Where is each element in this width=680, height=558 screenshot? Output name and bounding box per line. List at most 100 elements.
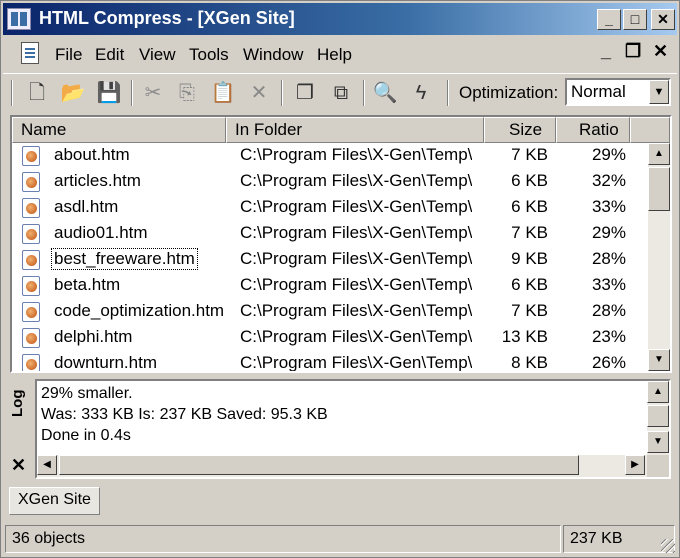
minimize-button[interactable]: _: [597, 9, 621, 30]
column-header-folder[interactable]: In Folder: [226, 117, 484, 143]
log-line: 29% smaller.: [41, 385, 133, 402]
file-folder: C:\Program Files\X-Gen\Temp\: [240, 249, 472, 268]
file-folder: C:\Program Files\X-Gen\Temp\: [240, 353, 472, 372]
optimization-label: Optimization:: [459, 83, 559, 102]
menu-window[interactable]: Window: [243, 45, 303, 65]
delete-icon[interactable]: ✕: [245, 80, 273, 106]
file-size: 9 KB: [511, 249, 548, 268]
table-row[interactable]: audio01.htm C:\Program Files\X-Gen\Temp\…: [12, 221, 648, 247]
chevron-down-icon[interactable]: ▼: [649, 80, 669, 104]
table-row[interactable]: downturn.htm C:\Program Files\X-Gen\Temp…: [12, 351, 648, 372]
compress-icon[interactable]: ϟ: [407, 80, 435, 106]
document-icon[interactable]: [21, 42, 39, 64]
log-line: Was: 333 KB Is: 237 KB Saved: 95.3 KB: [41, 406, 328, 423]
duplicate-all-icon[interactable]: ⧉: [327, 80, 355, 106]
file-name: audio01.htm: [54, 223, 148, 242]
status-total-size: 237 KB: [563, 525, 675, 553]
scroll-down-icon[interactable]: ▼: [647, 431, 669, 453]
menu-tools[interactable]: Tools: [189, 45, 229, 65]
file-name: beta.htm: [54, 275, 121, 294]
html-file-icon: [22, 302, 40, 322]
app-window: HTML Compress - [XGen Site] _ □ ✕ File E…: [0, 0, 680, 558]
file-folder: C:\Program Files\X-Gen\Temp\: [240, 223, 472, 242]
file-ratio: 33%: [591, 197, 626, 216]
optimization-select[interactable]: Normal ▼: [565, 78, 671, 106]
new-icon[interactable]: 🗋: [23, 80, 51, 106]
file-size: 6 KB: [511, 171, 548, 190]
file-ratio: 28%: [591, 301, 626, 320]
menu-view[interactable]: View: [139, 45, 176, 65]
html-file-icon: [22, 354, 40, 371]
app-icon[interactable]: [7, 8, 31, 30]
file-folder: C:\Program Files\X-Gen\Temp\: [240, 301, 472, 320]
log-line: Done in 0.4s: [41, 427, 131, 444]
child-minimize-button[interactable]: _: [601, 41, 611, 62]
table-row[interactable]: beta.htm C:\Program Files\X-Gen\Temp\ 6 …: [12, 273, 648, 299]
file-folder: C:\Program Files\X-Gen\Temp\: [240, 197, 472, 216]
file-name: articles.htm: [54, 171, 141, 190]
close-button[interactable]: ✕: [651, 9, 675, 30]
scroll-thumb[interactable]: [647, 405, 669, 427]
save-icon[interactable]: 💾: [95, 80, 123, 106]
file-name: code_optimization.htm: [54, 301, 225, 320]
tab-xgen-site[interactable]: XGen Site: [9, 487, 100, 515]
paste-icon[interactable]: 📋: [209, 80, 237, 106]
table-row[interactable]: asdl.htm C:\Program Files\X-Gen\Temp\ 6 …: [12, 195, 648, 221]
table-row[interactable]: code_optimization.htm C:\Program Files\X…: [12, 299, 648, 325]
scroll-thumb[interactable]: [59, 455, 579, 475]
scroll-up-icon[interactable]: ▲: [648, 143, 670, 165]
file-size: 6 KB: [511, 197, 548, 216]
file-folder: C:\Program Files\X-Gen\Temp\: [240, 171, 472, 190]
table-row[interactable]: articles.htm C:\Program Files\X-Gen\Temp…: [12, 169, 648, 195]
status-object-count: 36 objects: [5, 525, 561, 553]
copy-icon[interactable]: ⎘: [173, 80, 201, 106]
column-header-ratio[interactable]: Ratio: [556, 117, 630, 143]
resize-grip[interactable]: [661, 539, 675, 553]
log-horizontal-scrollbar[interactable]: ◀ ▶: [37, 455, 647, 477]
scroll-left-icon[interactable]: ◀: [37, 455, 57, 475]
title-bar[interactable]: HTML Compress - [XGen Site] _ □ ✕: [3, 3, 677, 35]
list-vertical-scrollbar[interactable]: ▲ ▼: [648, 143, 670, 371]
preview-icon[interactable]: 🔍: [371, 80, 399, 106]
open-folder-icon[interactable]: 📂: [59, 80, 87, 106]
maximize-button[interactable]: □: [623, 9, 647, 30]
table-row-focused[interactable]: best_freeware.htm C:\Program Files\X-Gen…: [12, 247, 648, 273]
file-folder: C:\Program Files\X-Gen\Temp\: [240, 275, 472, 294]
column-header-name[interactable]: Name: [12, 117, 226, 143]
scroll-right-icon[interactable]: ▶: [625, 455, 645, 475]
html-file-icon: [22, 224, 40, 244]
child-restore-button[interactable]: ❐: [625, 41, 641, 62]
log-panel-side: Log ✕: [7, 379, 33, 479]
table-row[interactable]: about.htm C:\Program Files\X-Gen\Temp\ 7…: [12, 143, 648, 169]
toolbar-grip: [11, 80, 13, 106]
html-file-icon: [22, 198, 40, 218]
log-close-icon[interactable]: ✕: [11, 455, 26, 476]
scroll-up-icon[interactable]: ▲: [647, 381, 669, 403]
table-row[interactable]: delphi.htm C:\Program Files\X-Gen\Temp\ …: [12, 325, 648, 351]
column-header-filler: [630, 117, 670, 143]
toolbar-separator: [363, 80, 365, 106]
menu-help[interactable]: Help: [317, 45, 352, 65]
file-folder: C:\Program Files\X-Gen\Temp\: [240, 327, 472, 346]
file-ratio: 29%: [591, 145, 626, 164]
scroll-thumb[interactable]: [648, 167, 670, 211]
document-tab-bar: XGen Site: [7, 485, 675, 519]
cut-icon[interactable]: ✂: [139, 80, 167, 106]
file-name: downturn.htm: [54, 353, 157, 372]
menu-edit[interactable]: Edit: [95, 45, 124, 65]
column-header-size[interactable]: Size: [484, 117, 556, 143]
menu-file[interactable]: File: [55, 45, 82, 65]
file-name: asdl.htm: [54, 197, 119, 216]
log-output[interactable]: 29% smaller. Was: 333 KB Is: 237 KB Save…: [35, 379, 671, 479]
duplicate-icon[interactable]: ❐: [291, 80, 319, 106]
file-ratio: 28%: [591, 249, 626, 268]
child-close-button[interactable]: ✕: [653, 41, 668, 62]
html-file-icon: [22, 172, 40, 192]
toolbar: 🗋 📂 💾 ✂ ⎘ 📋 ✕ ❐ ⧉ 🔍 ϟ Optimization: Norm…: [3, 73, 677, 111]
scroll-corner: [647, 455, 669, 477]
file-name: about.htm: [54, 145, 130, 164]
html-file-icon: [22, 276, 40, 296]
scroll-down-icon[interactable]: ▼: [648, 349, 670, 371]
file-list[interactable]: Name In Folder Size Ratio about.htm C:\P…: [10, 115, 672, 373]
log-vertical-scrollbar[interactable]: ▲ ▼: [647, 381, 669, 455]
